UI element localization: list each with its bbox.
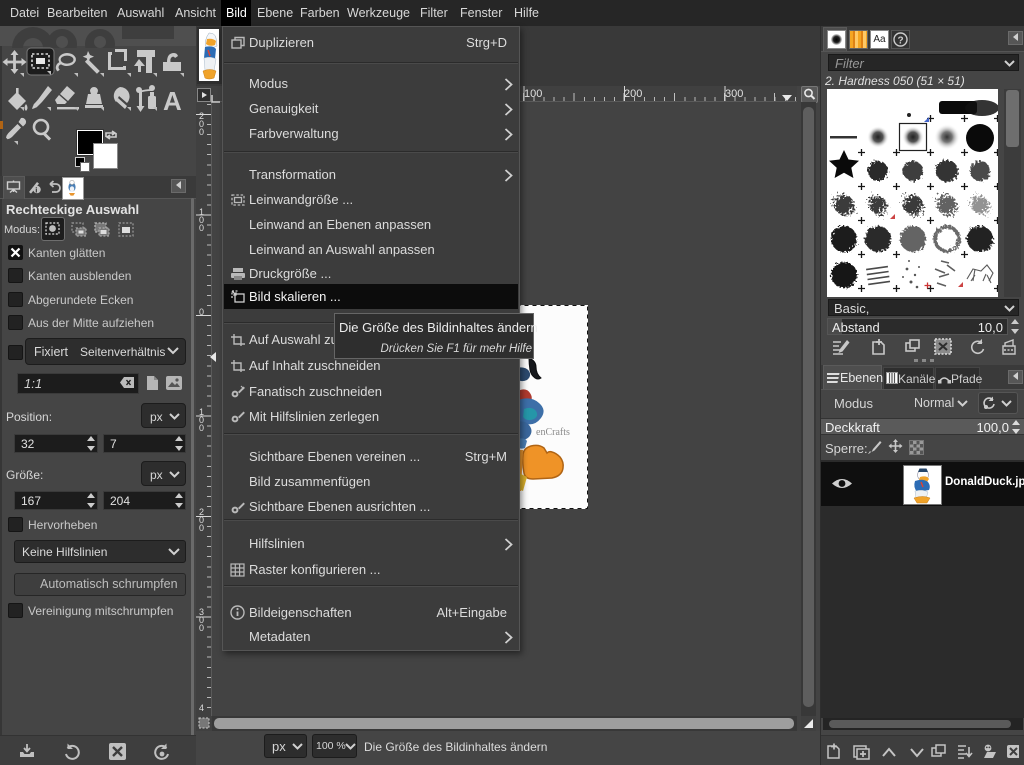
svg-text:i: i [35,185,37,194]
svg-text:enCrafts: enCrafts [536,427,570,438]
svg-text:?: ? [898,36,904,47]
svg-text:A: A [163,86,182,116]
